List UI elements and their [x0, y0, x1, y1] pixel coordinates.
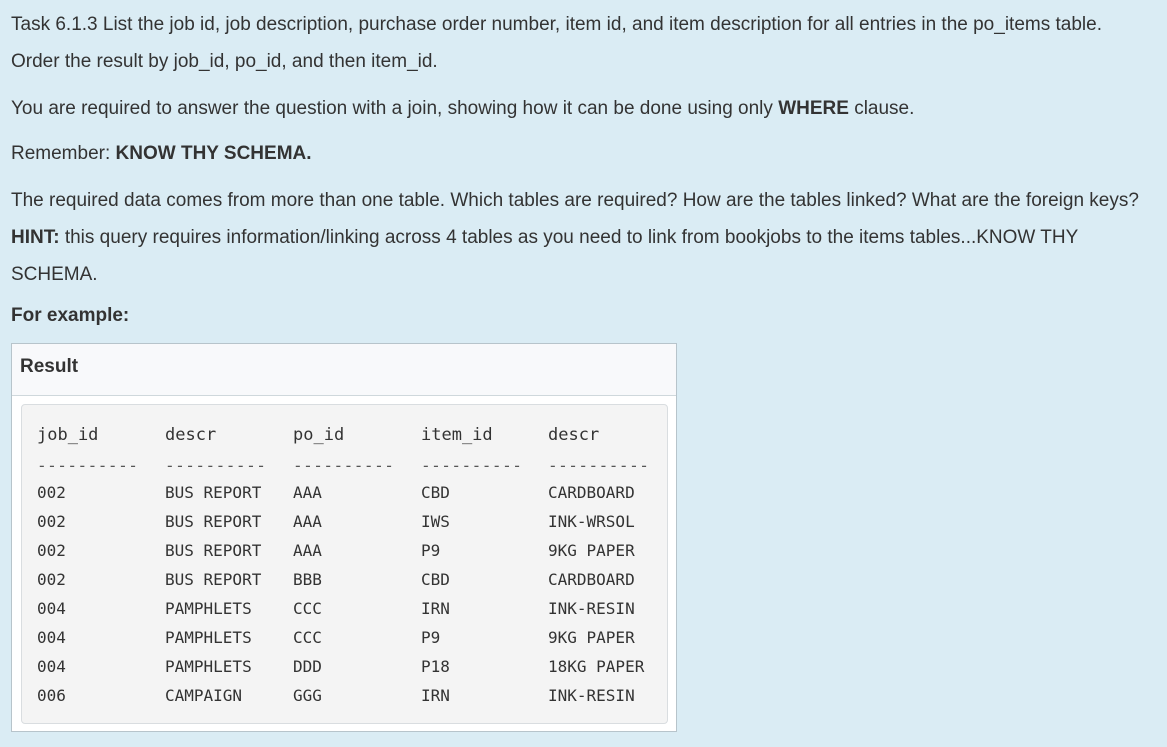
result-table-box: Result job_id descr po_id item_id descr … [11, 343, 677, 732]
cell-po-id: CCC [293, 628, 322, 647]
cell-job-id: 004 [37, 599, 66, 618]
table-row: 002 BUS REPORT AAA P9 9KG PAPER [22, 540, 667, 562]
requirement-suffix: clause. [848, 98, 915, 119]
result-title: Result [12, 344, 676, 396]
cell-item-descr: 9KG PAPER [548, 628, 635, 647]
table-row: 002 BUS REPORT AAA CBD CARDBOARD [22, 482, 667, 504]
column-header-job-id: job_id [37, 425, 99, 445]
example-label: For example: [11, 305, 130, 326]
cell-job-id: 002 [37, 483, 66, 502]
column-separator: ---------- [293, 456, 395, 475]
remember-keyword: KNOW THY SCHEMA. [115, 143, 312, 164]
cell-job-descr: CAMPAIGN [165, 686, 243, 705]
cell-item-descr: INK-WRSOL [548, 512, 635, 531]
column-separator: ---------- [165, 456, 267, 475]
remember-text: Remember: KNOW THY SCHEMA. [11, 135, 1151, 172]
column-header-job-descr: descr [165, 425, 217, 445]
task-description: Task 6.1.3 List the job id, job descript… [11, 14, 1102, 72]
cell-job-id: 002 [37, 570, 66, 589]
cell-job-id: 004 [37, 657, 66, 676]
cell-item-descr: 18KG PAPER [548, 657, 645, 676]
hint-suffix: this query requires information/linking … [11, 227, 1078, 285]
cell-item-id: IWS [421, 512, 450, 531]
cell-po-id: AAA [293, 512, 322, 531]
cell-item-descr: CARDBOARD [548, 570, 635, 589]
cell-job-descr: BUS REPORT [165, 512, 262, 531]
hint-keyword: HINT: [11, 227, 60, 248]
remember-prefix: Remember: [11, 143, 116, 164]
cell-po-id: AAA [293, 483, 322, 502]
table-row: 004 PAMPHLETS CCC P9 9KG PAPER [22, 627, 667, 649]
cell-item-id: CBD [421, 570, 450, 589]
table-row: 002 BUS REPORT AAA IWS INK-WRSOL [22, 511, 667, 533]
column-separator: ---------- [37, 456, 139, 475]
cell-item-id: P9 [421, 541, 441, 560]
cell-item-id: P18 [421, 657, 450, 676]
hint-text: The required data comes from more than o… [11, 182, 1151, 293]
table-row: 006 CAMPAIGN GGG IRN INK-RESIN [22, 685, 667, 707]
table-row: 004 PAMPHLETS DDD P18 18KG PAPER [22, 656, 667, 678]
requirement-keyword: WHERE [778, 98, 849, 119]
column-header-row: job_id descr po_id item_id descr [22, 424, 667, 446]
cell-job-id: 002 [37, 512, 66, 531]
cell-job-id: 002 [37, 541, 66, 560]
requirement-prefix: You are required to answer the question … [11, 98, 779, 119]
column-header-po-id: po_id [293, 425, 345, 445]
cell-item-id: P9 [421, 628, 441, 647]
requirement-text: You are required to answer the question … [11, 90, 1151, 127]
column-separator-row: ---------- ---------- ---------- -------… [22, 455, 667, 477]
cell-job-descr: PAMPHLETS [165, 628, 252, 647]
hint-prefix: The required data comes from more than o… [11, 190, 1139, 211]
cell-item-descr: INK-RESIN [548, 599, 635, 618]
cell-item-id: CBD [421, 483, 450, 502]
cell-item-descr: CARDBOARD [548, 483, 635, 502]
cell-job-descr: BUS REPORT [165, 483, 262, 502]
column-separator: ---------- [421, 456, 523, 475]
cell-item-id: IRN [421, 599, 450, 618]
cell-po-id: GGG [293, 686, 322, 705]
cell-job-descr: BUS REPORT [165, 570, 262, 589]
column-separator: ---------- [548, 456, 650, 475]
column-header-item-id: item_id [421, 425, 493, 445]
cell-po-id: DDD [293, 657, 322, 676]
cell-item-id: IRN [421, 686, 450, 705]
cell-job-id: 004 [37, 628, 66, 647]
cell-job-descr: PAMPHLETS [165, 599, 252, 618]
cell-job-descr: BUS REPORT [165, 541, 262, 560]
cell-item-descr: INK-RESIN [548, 686, 635, 705]
cell-po-id: BBB [293, 570, 322, 589]
column-header-item-descr: descr [548, 425, 600, 445]
cell-job-id: 006 [37, 686, 66, 705]
cell-po-id: CCC [293, 599, 322, 618]
cell-job-descr: PAMPHLETS [165, 657, 252, 676]
table-row: 002 BUS REPORT BBB CBD CARDBOARD [22, 569, 667, 591]
cell-po-id: AAA [293, 541, 322, 560]
table-row: 004 PAMPHLETS CCC IRN INK-RESIN [22, 598, 667, 620]
result-output-panel: job_id descr po_id item_id descr -------… [21, 404, 668, 724]
cell-item-descr: 9KG PAPER [548, 541, 635, 560]
